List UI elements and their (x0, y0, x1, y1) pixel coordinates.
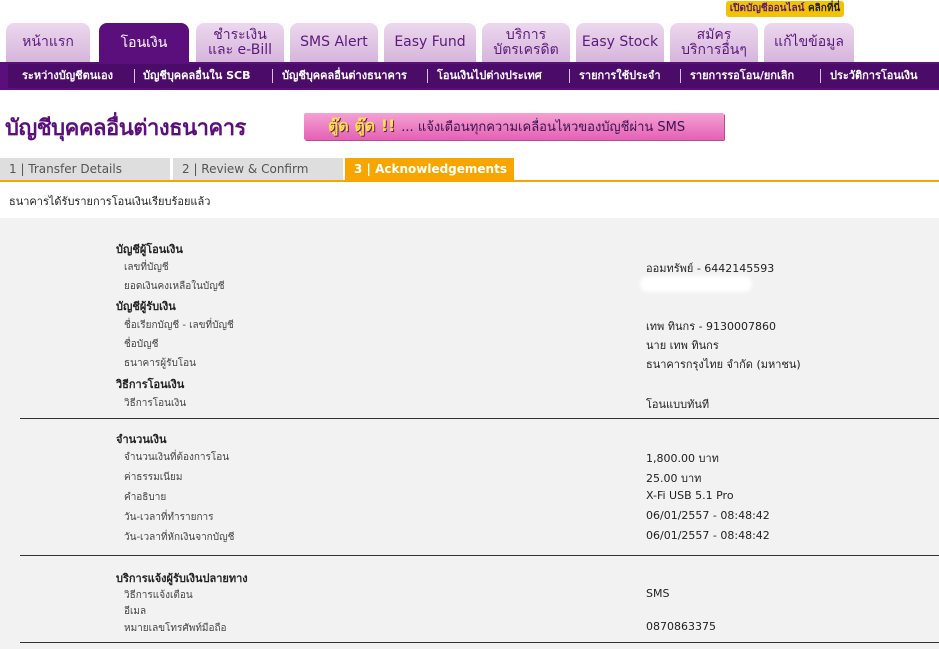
tab-sms-alert[interactable]: SMS Alert (290, 23, 378, 62)
promo-label: เปิดบัญชีออนไลน์ (729, 3, 805, 14)
tab-edit-profile-label: แก้ไขข้อมูล (774, 34, 844, 50)
recipient-account-header: บัญชีผู้รับเงิน (116, 300, 176, 313)
tab-payment-label-line1: ชำระเงิน (213, 26, 267, 43)
subnav-own-accounts[interactable]: ระหว่างบัญชีตนเอง (22, 62, 113, 90)
notification-method-value: SMS (646, 587, 670, 600)
subnav-divider (427, 69, 428, 83)
section-divider (20, 642, 939, 643)
subnav-transfer-history[interactable]: ประวัติการโอนเงิน (830, 62, 918, 90)
transfer-method-header: วิธีการโอนเงิน (116, 378, 185, 391)
tab-home[interactable]: หน้าแรก (6, 23, 90, 62)
tab-easy-stock-label: Easy Stock (581, 34, 659, 50)
notification-method-label: วิธีการแจ้งเตือน (124, 590, 193, 601)
fee-label: ค่าธรรมเนียม (124, 472, 183, 483)
receiving-bank-value: ธนาคารกรุงไทย จำกัด (มหาชน) (646, 358, 801, 371)
tab-credit-card-label-line2: บัตรเครดิต (493, 41, 559, 58)
tab-sms-alert-label: SMS Alert (300, 34, 368, 50)
top-tab-bar: เปิดบัญชีออนไลน์ คลิกที่นี่ หน้าแรก โอนเ… (0, 0, 939, 63)
account-number-label: เลขที่บัญชี (124, 262, 169, 273)
tab-easy-fund-label: Easy Fund (394, 34, 466, 50)
subnav-favorites[interactable]: รายการใช้ประจำ (579, 62, 661, 90)
open-account-online-link[interactable]: เปิดบัญชีออนไลน์ คลิกที่นี่ (726, 1, 844, 17)
balance-label: ยอดเงินคงเหลือในบัญชี (124, 281, 225, 292)
amount-header: จำนวนเงิน (116, 433, 167, 446)
tab-other-services-label-line1: สมัคร (696, 26, 732, 43)
subnav-divider (272, 69, 273, 83)
nickname-account-value: เทพ ทินกร - 9130007860 (646, 320, 777, 333)
recipient-notification-header: บริการแจ้งผู้รับเงินปลายทาง (116, 572, 248, 585)
mobile-number-label: หมายเลขโทรศัพท์มือถือ (124, 623, 227, 634)
subnav-divider (569, 69, 570, 83)
amount-value: 1,800.00 บาท (646, 452, 719, 465)
transfer-method-value: โอนแบบทันที (646, 398, 710, 411)
sender-account-header: บัญชีผู้โอนเงิน (116, 243, 183, 256)
step-acknowledgements: 3 | Acknowledgements (345, 158, 514, 180)
transaction-time-value: 06/01/2557 - 08:48:42 (646, 509, 770, 522)
debit-time-value: 06/01/2557 - 08:48:42 (646, 529, 770, 542)
tab-payment-ebill[interactable]: ชำระเงิน และ e-Bill (196, 23, 284, 62)
description-label: คำอธิบาย (124, 492, 167, 503)
tab-credit-card[interactable]: บริการ บัตรเครดิต (482, 23, 570, 62)
receiving-bank-label: ธนาคารผู้รับโอน (124, 358, 197, 369)
tab-transfer[interactable]: โอนเงิน (99, 23, 189, 63)
sms-alert-banner[interactable]: ตู๊ด ตู๊ด !! ... แจ้งเตือนทุกความเคลื่อน… (304, 113, 724, 140)
subnav-other-bank-accounts[interactable]: บัญชีบุคคลอื่นต่างธนาคาร (282, 62, 407, 90)
promo-click-label: คลิกที่นี่ (807, 3, 841, 14)
banner-hot-text: ตู๊ด ตู๊ด !! (328, 116, 396, 135)
status-message: ธนาคารได้รับรายการโอนเงินเรียบร้อยแล้ว (9, 195, 211, 208)
account-number-value: ออมทรัพย์ - 6442145593 (646, 262, 775, 275)
tab-transfer-label: โอนเงิน (120, 34, 168, 51)
transaction-time-label: วัน-เวลาที่ทำรายการ (124, 512, 214, 523)
tab-easy-stock[interactable]: Easy Stock (576, 23, 664, 62)
tab-payment-label-line2: และ e-Bill (207, 41, 272, 58)
tab-other-services[interactable]: สมัคร บริการอื่นๆ (670, 23, 758, 62)
fee-value: 25.00 บาท (646, 472, 702, 485)
step-review-confirm: 2 | Review & Confirm (173, 158, 343, 180)
step-progress-line (0, 180, 939, 182)
subnav-international-transfer[interactable]: โอนเงินไปต่างประเทศ (437, 62, 542, 90)
tab-other-services-label-line2: บริการอื่นๆ (681, 41, 747, 58)
subnav-divider (820, 69, 821, 83)
nickname-account-label: ชื่อเรียกบัญชี - เลขที่บัญชี (124, 320, 234, 331)
tab-credit-card-label-line1: บริการ (505, 26, 547, 43)
redacted-balance (640, 276, 752, 292)
subnav-divider (680, 69, 681, 83)
tab-easy-fund[interactable]: Easy Fund (384, 23, 476, 62)
debit-time-label: วัน-เวลาที่หักเงินจากบัญชี (124, 532, 235, 543)
section-divider (20, 555, 939, 556)
subnav-divider (134, 69, 135, 83)
transfer-method-label: วิธีการโอนเงิน (124, 398, 187, 409)
section-divider (20, 418, 939, 419)
mobile-number-value: 0870863375 (646, 620, 716, 633)
subnav-other-scb-accounts[interactable]: บัญชีบุคคลอื่นใน SCB (143, 62, 251, 90)
account-name-label: ชื่อบัญชี (124, 339, 159, 350)
banner-message: ... แจ้งเตือนทุกความเคลื่อนไหวของบัญชีผ่… (401, 120, 686, 135)
account-name-value: นาย เทพ ทินกร (646, 339, 719, 352)
page-title: บัญชีบุคคลอื่นต่างธนาคาร (5, 116, 246, 141)
subnav-pending-cancel[interactable]: รายการรอโอน/ยกเลิก (690, 62, 794, 90)
amount-label: จำนวนเงินที่ต้องการโอน (124, 452, 230, 463)
tab-edit-profile[interactable]: แก้ไขข้อมูล (764, 23, 854, 62)
tab-home-label: หน้าแรก (22, 34, 74, 50)
email-label: อีเมล (124, 606, 147, 617)
description-value: X-Fi USB 5.1 Pro (646, 489, 734, 502)
step-transfer-details: 1 | Transfer Details (0, 158, 170, 180)
